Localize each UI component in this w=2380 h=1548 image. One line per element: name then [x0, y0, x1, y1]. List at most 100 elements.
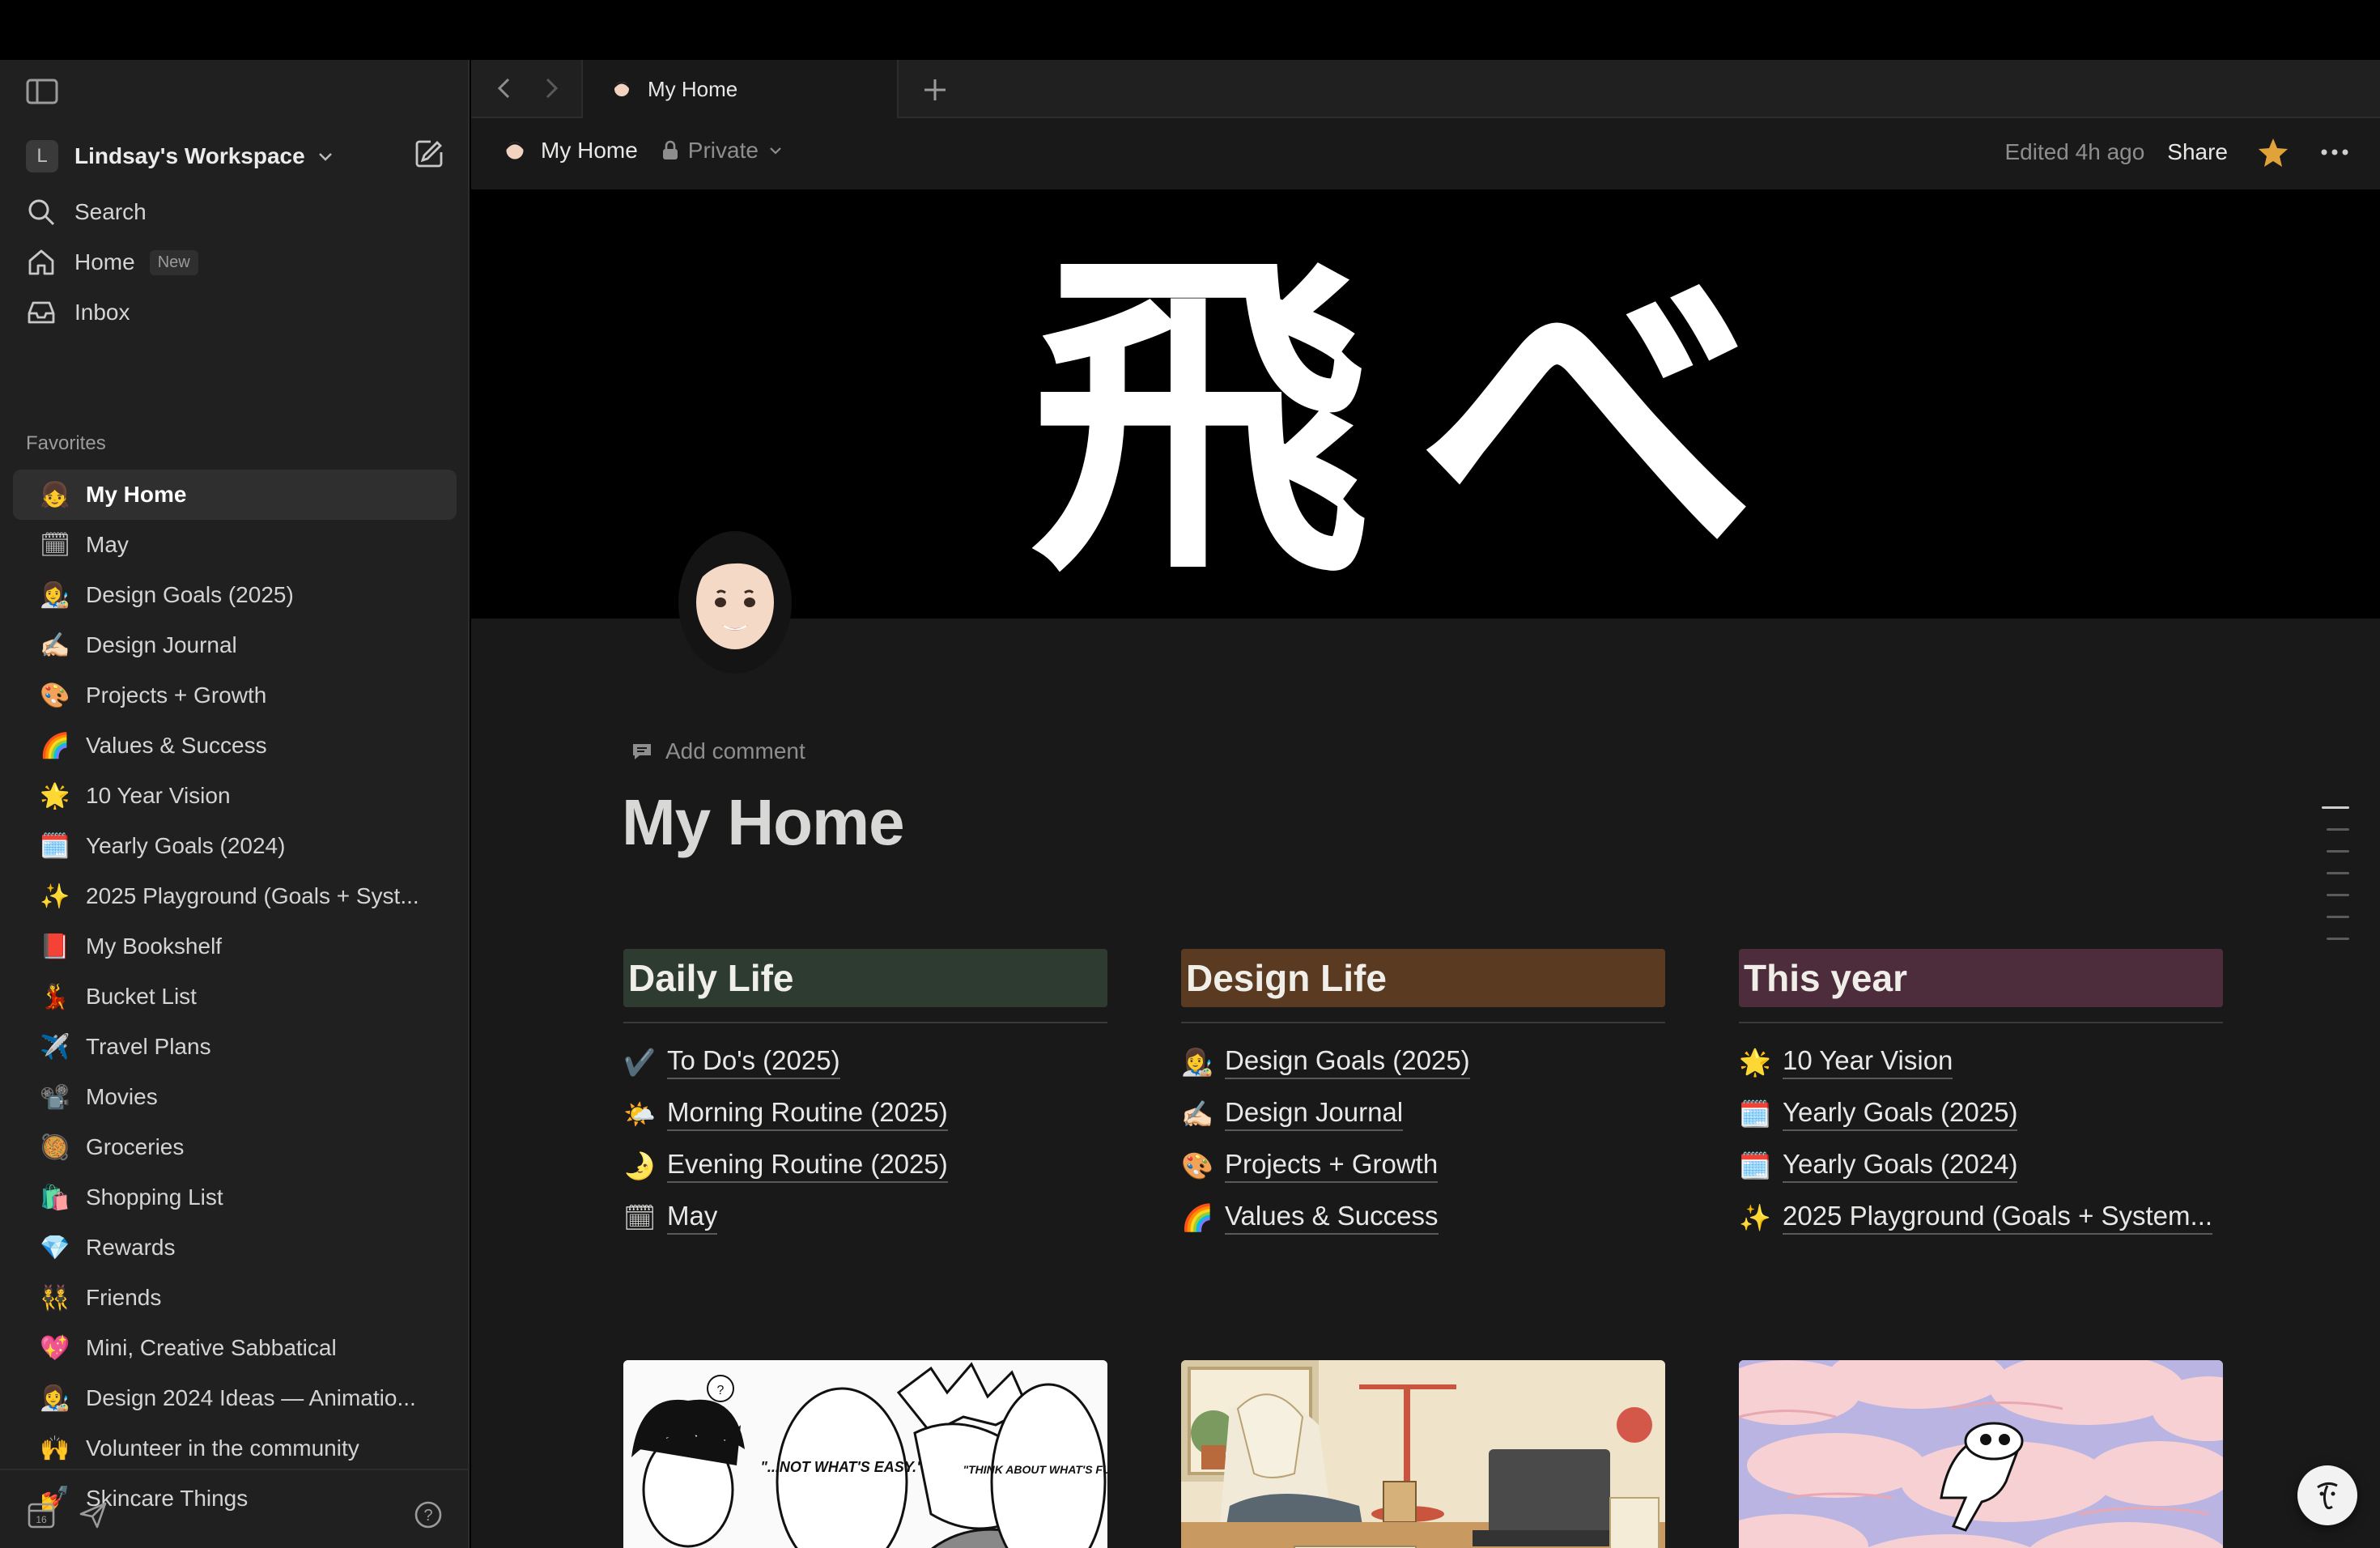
sidebar-item-home[interactable]: Home New — [26, 242, 447, 283]
comment-icon — [633, 744, 651, 759]
gem-icon: 💎 — [40, 1234, 70, 1261]
calendar-icon: 🗓 — [39, 531, 71, 559]
toc-line — [2327, 850, 2349, 853]
column-this-year: This year 🌟 10 Year Vision 🗓️ Yearly Goals… — [1739, 949, 2223, 1244]
page-link-label: Values & Success — [1225, 1201, 1439, 1235]
sidebar-item-creative-sabbatical[interactable]: 💖 Mini, Creative Sabbatical — [13, 1323, 457, 1373]
page-title[interactable]: My Home — [622, 785, 905, 860]
sidebar-item-may[interactable]: 🗓 May — [13, 520, 457, 570]
share-button[interactable]: Share — [2167, 139, 2228, 165]
dancer-icon: 💃 — [40, 983, 70, 1010]
tab-my-home[interactable]: My Home — [581, 60, 899, 118]
workspace-switcher[interactable]: L Lindsay's Workspace — [26, 138, 447, 175]
sidebar-item-label: Inbox — [74, 300, 130, 325]
sidebar-footer: 16 ? — [0, 1469, 468, 1548]
page-link[interactable]: ✍🏻 Design Journal — [1181, 1088, 1665, 1140]
divider — [623, 1022, 1107, 1023]
page-link[interactable]: ✔️ To Do's (2025) — [623, 1036, 1107, 1088]
privacy-selector[interactable]: Private — [661, 138, 791, 164]
new-page-icon[interactable] — [413, 138, 445, 170]
breadcrumb[interactable]: My Home Private — [504, 138, 791, 164]
page-link[interactable]: 🌟 10 Year Vision — [1739, 1036, 2223, 1088]
table-of-contents-indicator[interactable] — [2322, 806, 2354, 959]
sidebar-item-label: Rewards — [86, 1235, 176, 1260]
sidebar-item-friends[interactable]: 👯 Friends — [13, 1273, 457, 1323]
page-link[interactable]: 🌤️ Morning Routine (2025) — [623, 1088, 1107, 1140]
shopping-bags-icon: 🛍️ — [40, 1184, 70, 1211]
sidebar-item-design-goals[interactable]: 👩‍🎨 Design Goals (2025) — [13, 570, 457, 620]
sidebar-item-my-home[interactable]: 👧 My Home — [13, 470, 457, 520]
sidebar-item-groceries[interactable]: 🥘 Groceries — [13, 1122, 457, 1172]
moon-icon: 🌛 — [623, 1151, 656, 1180]
sidebar-toggle-icon[interactable] — [26, 78, 58, 105]
sidebar-item-label: Travel Plans — [86, 1034, 211, 1059]
add-comment-button[interactable]: Add comment — [630, 738, 805, 764]
help-icon[interactable]: ? — [413, 1499, 444, 1530]
sidebar-item-my-bookshelf[interactable]: 📕 My Bookshelf — [13, 921, 457, 972]
window-top-bar — [0, 0, 2380, 60]
page-link[interactable]: 🌛 Evening Routine (2025) — [623, 1140, 1107, 1192]
sidebar-item-label: Projects + Growth — [86, 683, 267, 708]
cloud-illustration-card[interactable] — [1739, 1360, 2223, 1548]
workspace-avatar: L — [26, 140, 58, 172]
sidebar-item-projects-growth[interactable]: 🎨 Projects + Growth — [13, 670, 457, 721]
page-link[interactable]: ✨ 2025 Playground (Goals + System... — [1739, 1192, 2223, 1244]
sidebar-item-10-year-vision[interactable]: 🌟 10 Year Vision — [13, 771, 457, 821]
calendar-app-icon[interactable]: 16 — [26, 1499, 57, 1530]
favorite-star-icon[interactable] — [2257, 136, 2289, 168]
page-link[interactable]: 🗓️ Yearly Goals (2024) — [1739, 1140, 2223, 1192]
sidebar-item-rewards[interactable]: 💎 Rewards — [13, 1223, 457, 1273]
rainbow-icon: 🌈 — [1181, 1203, 1213, 1232]
page-link[interactable]: 🎨 Projects + Growth — [1181, 1140, 1665, 1192]
page-link-label: Yearly Goals (2025) — [1783, 1097, 2018, 1131]
tab-strip: My Home — [471, 60, 2380, 118]
sidebar-item-label: Mini, Creative Sabbatical — [86, 1335, 337, 1360]
back-arrow-icon[interactable] — [491, 74, 518, 102]
page-link[interactable]: 🗓 May — [623, 1192, 1107, 1244]
sidebar-item-movies[interactable]: 📽️ Movies — [13, 1072, 457, 1122]
calendar-icon: 🗓️ — [40, 832, 70, 860]
more-options-icon[interactable] — [2318, 136, 2351, 168]
page-link-label: Morning Routine (2025) — [667, 1097, 948, 1131]
sidebar-item-values-success[interactable]: 🌈 Values & Success — [13, 721, 457, 771]
sidebar-item-label: Movies — [86, 1084, 158, 1109]
favorites-list: 👧 My Home 🗓 May 👩‍🎨 Design Goals (2025) ✍🏻 D… — [13, 470, 457, 1524]
sidebar-item-label: Shopping List — [86, 1184, 223, 1210]
manga-speech-bubble-right: "THINK ABOUT WHAT'S FUN..." — [963, 1463, 1107, 1476]
sidebar-item-volunteer[interactable]: 🙌 Volunteer in the community — [13, 1423, 457, 1474]
manga-image-card[interactable]: "...NOT WHAT'S EASY." ? "THINK ABOUT WHA… — [623, 1360, 1107, 1548]
sidebar-item-inbox[interactable]: Inbox — [26, 292, 447, 333]
memoji-avatar-icon[interactable] — [670, 513, 800, 675]
toc-line — [2327, 916, 2349, 918]
sidebar-item-shopping-list[interactable]: 🛍️ Shopping List — [13, 1172, 457, 1223]
sparkles-icon: ✨ — [40, 882, 70, 910]
page-link-label: Evening Routine (2025) — [667, 1149, 948, 1183]
forward-arrow-icon[interactable] — [538, 74, 565, 102]
sidebar-item-design-journal[interactable]: ✍🏻 Design Journal — [13, 620, 457, 670]
page-link-label: Yearly Goals (2024) — [1783, 1149, 2018, 1183]
privacy-label: Private — [687, 138, 759, 163]
sidebar-item-label: Design 2024 Ideas — Animatio... — [86, 1385, 416, 1410]
sidebar-item-travel-plans[interactable]: ✈️ Travel Plans — [13, 1022, 457, 1072]
tab-label: My Home — [648, 76, 738, 101]
plus-icon[interactable] — [920, 74, 950, 105]
page-link[interactable]: 👩‍🎨 Design Goals (2025) — [1181, 1036, 1665, 1088]
sidebar-item-design-2024-ideas[interactable]: 👩‍🎨 Design 2024 Ideas — Animatio... — [13, 1373, 457, 1423]
sidebar-item-bucket-list[interactable]: 💃 Bucket List — [13, 972, 457, 1022]
header-actions: Edited 4h ago Share — [2004, 136, 2351, 168]
sidebar-item-2025-playground[interactable]: ✨ 2025 Playground (Goals + Syst... — [13, 871, 457, 921]
page-link[interactable]: 🗓️ Yearly Goals (2025) — [1739, 1088, 2223, 1140]
desk-illustration-card[interactable] — [1181, 1360, 1665, 1548]
heart-icon: 💖 — [40, 1334, 70, 1362]
cloud-illustration — [1739, 1360, 2223, 1548]
divider — [1181, 1022, 1665, 1023]
notion-ai-button[interactable] — [2297, 1465, 2357, 1525]
sidebar-item-label: 2025 Playground (Goals + Syst... — [86, 883, 419, 908]
toc-line — [2327, 872, 2349, 874]
sidebar-item-yearly-goals-2024[interactable]: 🗓️ Yearly Goals (2024) — [13, 821, 457, 871]
send-icon[interactable] — [78, 1499, 108, 1530]
toc-line — [2322, 806, 2349, 809]
cover-text: 飛べ — [1030, 223, 1807, 619]
page-link[interactable]: 🌈 Values & Success — [1181, 1192, 1665, 1244]
sidebar-item-search[interactable]: Search — [26, 192, 447, 232]
